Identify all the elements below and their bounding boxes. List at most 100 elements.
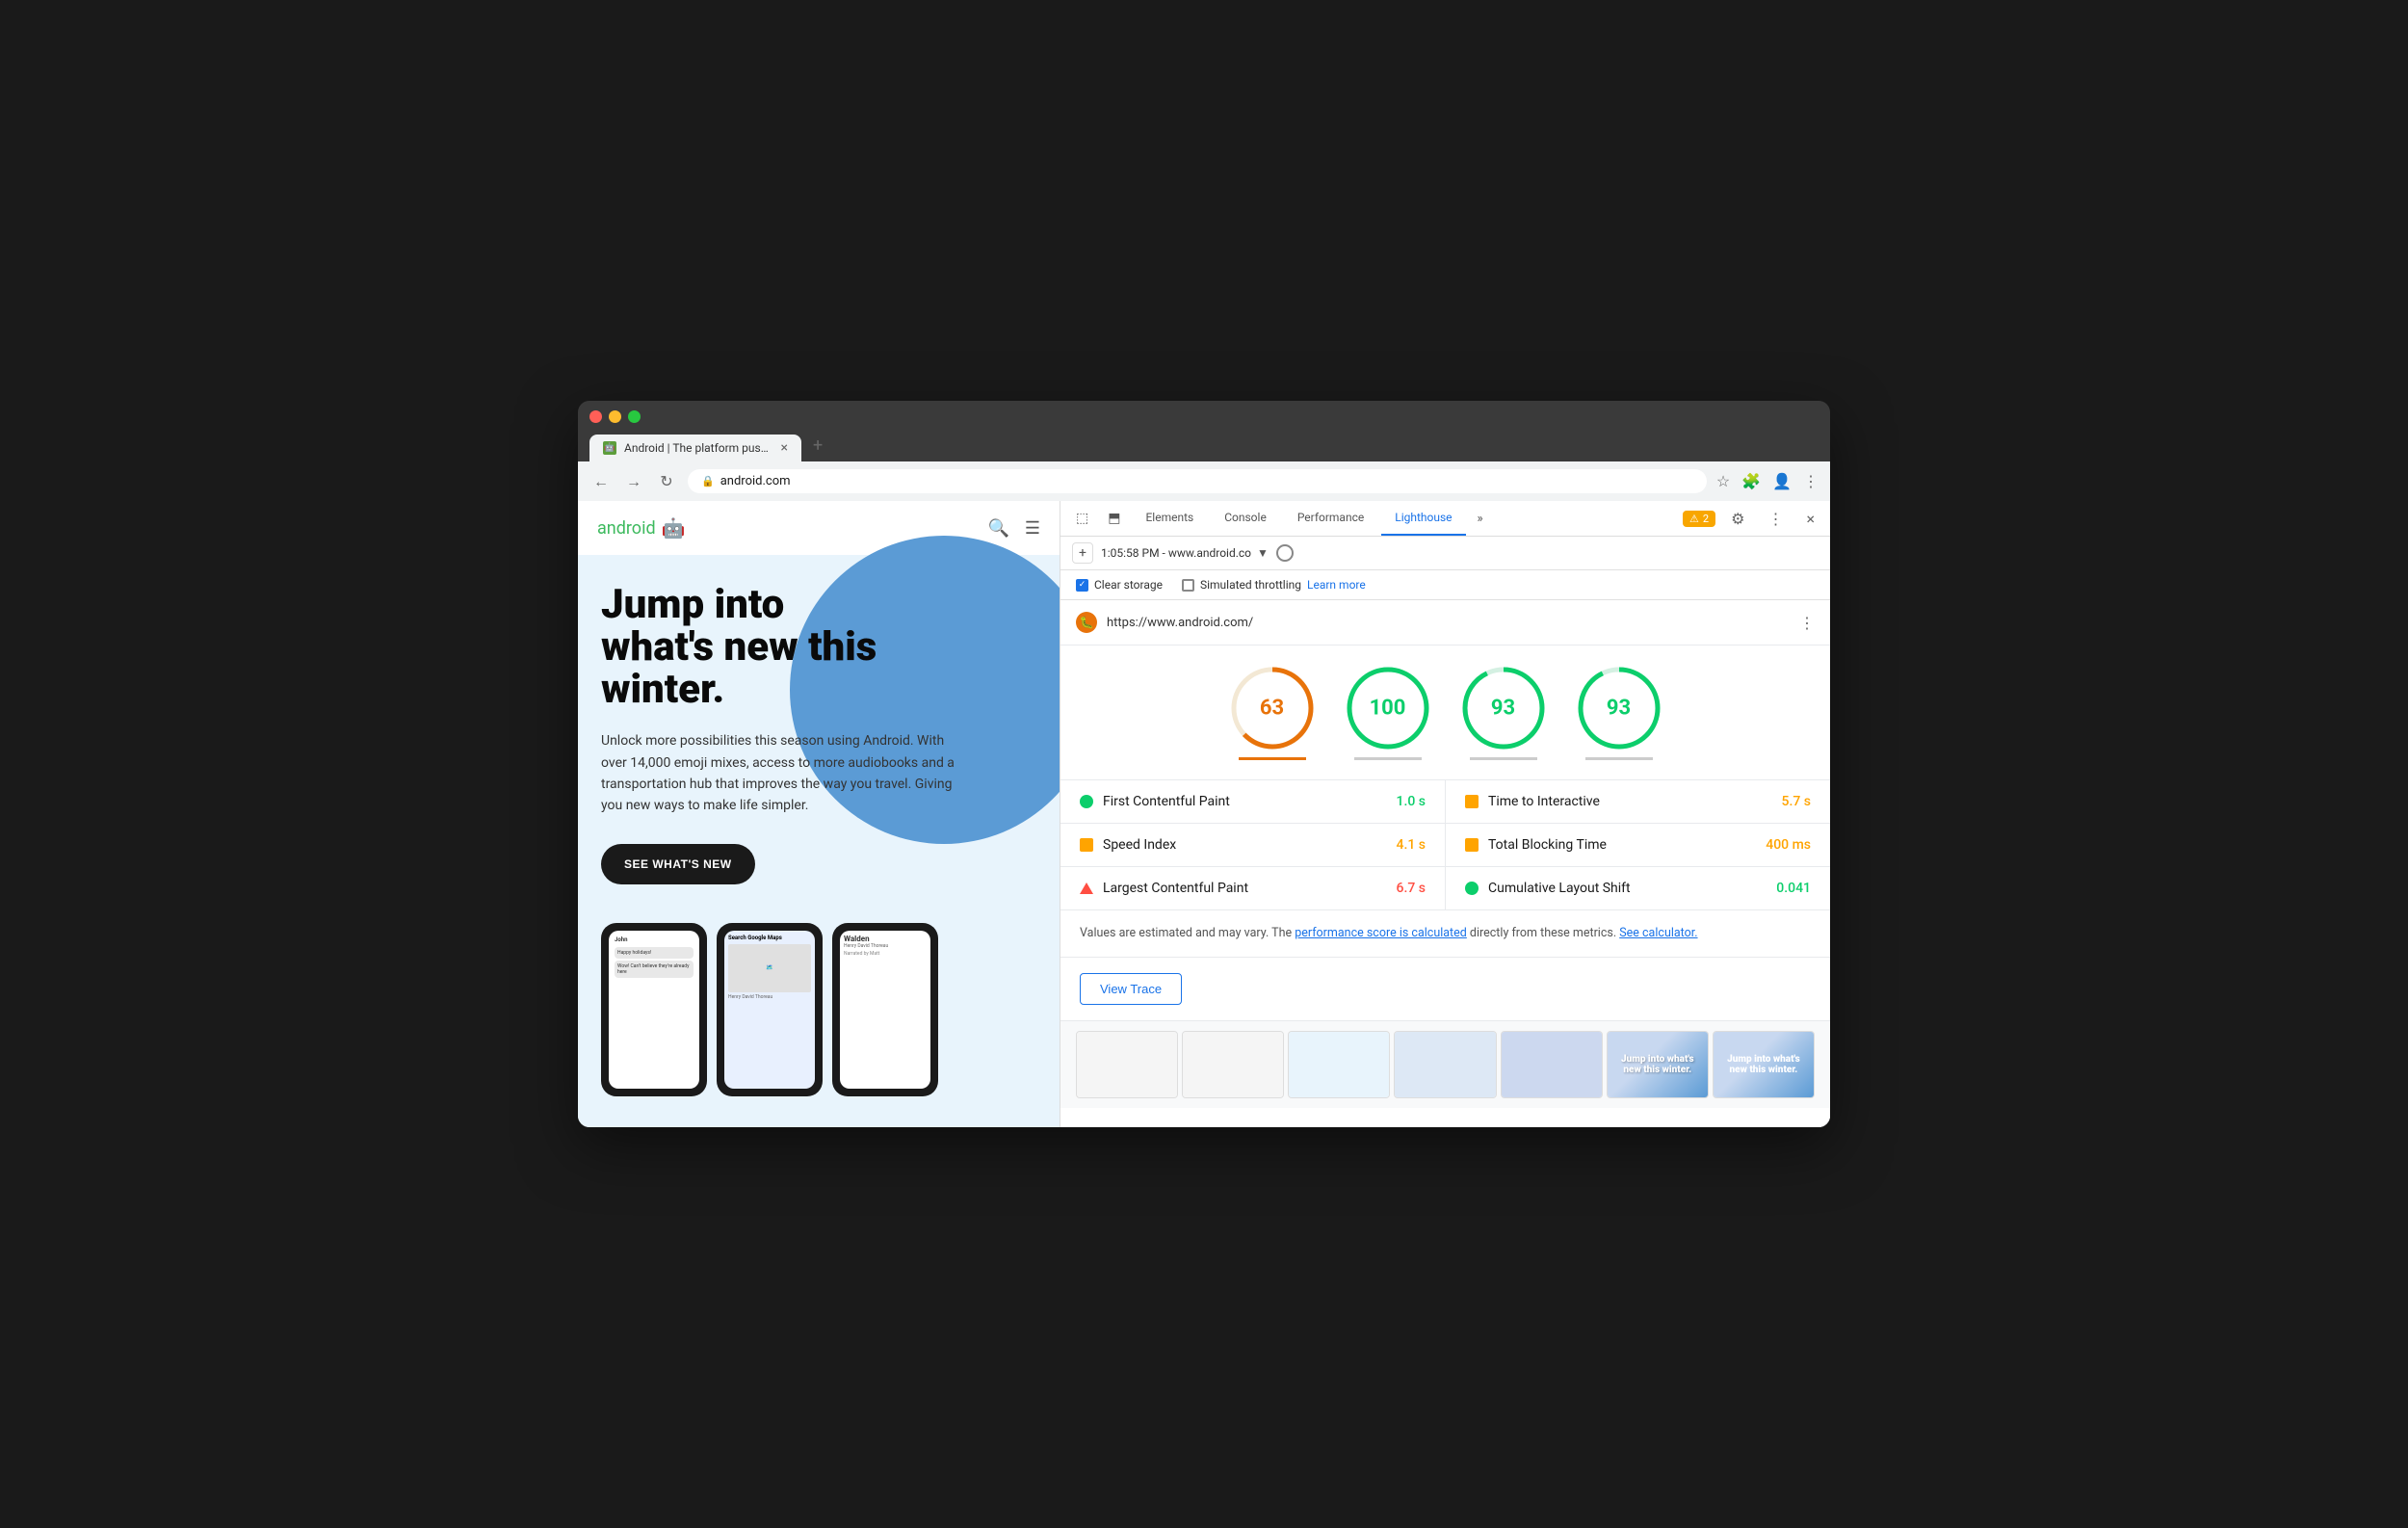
lighthouse-dropdown-icon[interactable]: ▼ xyxy=(1257,546,1269,560)
search-icon[interactable]: 🔍 xyxy=(987,518,1008,539)
simulated-throttling-label: Simulated throttling xyxy=(1200,578,1301,592)
header-icons: 🔍 ☰ xyxy=(987,518,1040,539)
metric-name-lcp: Largest Contentful Paint xyxy=(1103,881,1387,896)
filmstrip-frame-5 xyxy=(1501,1031,1603,1098)
simulated-throttling-checkbox[interactable] xyxy=(1182,579,1194,592)
metric-indicator-lcp xyxy=(1080,883,1093,894)
metric-value-fcp: 1.0 s xyxy=(1397,794,1426,809)
tab-close-button[interactable]: × xyxy=(781,441,788,455)
lighthouse-add-button[interactable]: + xyxy=(1072,542,1093,564)
performance-score-link[interactable]: performance score is calculated xyxy=(1295,926,1467,940)
menu-hamburger-icon[interactable]: ☰ xyxy=(1025,518,1040,539)
metric-lcp: Largest Contentful Paint 6.7 s xyxy=(1060,867,1445,909)
info-text: Values are estimated and may vary. The p… xyxy=(1060,910,1830,958)
warning-badge: ⚠ 2 xyxy=(1683,511,1715,527)
lighthouse-timestamp: 1:05:58 PM - www.android.co xyxy=(1101,546,1251,560)
metric-indicator-cls xyxy=(1465,882,1479,895)
tab-performance[interactable]: Performance xyxy=(1284,501,1377,536)
lighthouse-url-area: 1:05:58 PM - www.android.co ▼ xyxy=(1101,546,1269,560)
phone-screen-1: John Happy holidays! Wow! Can't believe … xyxy=(609,931,699,1089)
score-value-seo: 93 xyxy=(1607,697,1631,721)
android-mascot-icon: 🤖 xyxy=(662,516,686,540)
devtools-device-icon[interactable]: ⬒ xyxy=(1100,503,1128,534)
phones-section: John Happy holidays! Wow! Can't believe … xyxy=(578,913,1060,1106)
browser-chrome: 🤖 Android | The platform pushing... × + xyxy=(578,401,1830,461)
devtools-tabs: ⬚ ⬒ Elements Console Performance Lightho… xyxy=(1060,501,1830,537)
metrics-row-3: Largest Contentful Paint 6.7 s Cumulativ… xyxy=(1060,867,1830,910)
phone-mockup-2: Search Google Maps 🗺️ Henry David Thorea… xyxy=(717,923,823,1096)
devtools-more-icon[interactable]: ⋮ xyxy=(1760,504,1791,534)
view-trace-button[interactable]: View Trace xyxy=(1080,973,1182,1005)
cta-button[interactable]: SEE WHAT'S NEW xyxy=(601,844,755,884)
metric-name-fcp: First Contentful Paint xyxy=(1103,794,1387,809)
score-seo: 93 xyxy=(1576,665,1662,760)
traffic-lights xyxy=(589,410,1819,423)
lighthouse-kebab-menu[interactable]: ⋮ xyxy=(1799,614,1815,632)
filmstrip-frame-4 xyxy=(1394,1031,1496,1098)
score-performance: 63 xyxy=(1229,665,1316,760)
close-button[interactable] xyxy=(589,410,602,423)
browser-tab[interactable]: 🤖 Android | The platform pushing... × xyxy=(589,435,801,461)
metric-si: Speed Index 4.1 s xyxy=(1060,824,1445,866)
tab-title: Android | The platform pushing... xyxy=(624,441,773,455)
clear-storage-checkbox[interactable]: ✓ xyxy=(1076,579,1088,592)
view-trace-section: View Trace xyxy=(1060,958,1830,1021)
metric-indicator-fcp xyxy=(1080,795,1093,808)
devtools-settings-icon[interactable]: ⚙ xyxy=(1723,504,1752,534)
bookmark-icon[interactable]: ☆ xyxy=(1716,472,1730,490)
menu-icon[interactable]: ⋮ xyxy=(1803,472,1819,490)
score-accessibility: 100 xyxy=(1345,665,1431,760)
lighthouse-bug-icon: 🐛 xyxy=(1076,612,1097,633)
devtools-close-icon[interactable]: × xyxy=(1798,504,1822,534)
phone-mockup-3: Walden Henry David Thoreau Narrated by M… xyxy=(832,923,938,1096)
tab-bar: 🤖 Android | The platform pushing... × + xyxy=(589,431,1819,461)
devtools-tab-right: ⚠ 2 ⚙ ⋮ × xyxy=(1683,504,1822,534)
forward-button[interactable]: → xyxy=(622,472,645,491)
maximize-button[interactable] xyxy=(628,410,641,423)
score-underline-accessibility xyxy=(1354,757,1422,760)
lighthouse-result: 🐛 https://www.android.com/ ⋮ 63 xyxy=(1060,600,1830,1127)
calculator-link[interactable]: See calculator. xyxy=(1619,926,1697,940)
tab-console[interactable]: Console xyxy=(1211,501,1280,536)
tab-favicon: 🤖 xyxy=(603,441,616,455)
score-underline-best-practices xyxy=(1470,757,1537,760)
android-logo-text: android xyxy=(597,518,656,539)
metric-indicator-tbt xyxy=(1465,838,1479,852)
minimize-button[interactable] xyxy=(609,410,621,423)
metrics-row-2: Speed Index 4.1 s Total Blocking Time 40… xyxy=(1060,824,1830,867)
tab-lighthouse[interactable]: Lighthouse xyxy=(1381,501,1465,536)
lighthouse-toolbar: + 1:05:58 PM - www.android.co ▼ xyxy=(1060,537,1830,570)
address-bar-actions: ☆ 🧩 👤 ⋮ xyxy=(1716,472,1819,490)
metric-value-cls: 0.041 xyxy=(1776,881,1811,896)
lighthouse-stop-button[interactable] xyxy=(1276,544,1294,562)
score-underline-performance xyxy=(1239,757,1306,760)
profile-icon[interactable]: 👤 xyxy=(1772,472,1792,490)
warning-count: 2 xyxy=(1703,513,1709,525)
score-circle-accessibility: 100 xyxy=(1345,665,1431,751)
more-tabs-button[interactable]: » xyxy=(1470,504,1491,534)
refresh-button[interactable]: ↻ xyxy=(655,472,678,490)
browser-window: 🤖 Android | The platform pushing... × + … xyxy=(578,401,1830,1127)
filmstrip-frame-7: Jump into what's new this winter. xyxy=(1713,1031,1815,1098)
score-circle-seo: 93 xyxy=(1576,665,1662,751)
address-bar[interactable]: 🔒 android.com xyxy=(688,469,1707,493)
back-button[interactable]: ← xyxy=(589,472,613,491)
metric-value-tbt: 400 ms xyxy=(1766,837,1811,853)
learn-more-link[interactable]: Learn more xyxy=(1307,578,1366,592)
extensions-icon[interactable]: 🧩 xyxy=(1741,472,1761,490)
clear-storage-option[interactable]: ✓ Clear storage xyxy=(1076,578,1163,592)
tab-elements[interactable]: Elements xyxy=(1132,501,1207,536)
lighthouse-options: ✓ Clear storage Simulated throttling Lea… xyxy=(1060,570,1830,600)
devtools-inspect-icon[interactable]: ⬚ xyxy=(1068,503,1096,534)
hero-subtext: Unlock more possibilities this season us… xyxy=(601,730,967,817)
phone-mockup-1: John Happy holidays! Wow! Can't believe … xyxy=(601,923,707,1096)
hero-headline: Jump into what's new this winter. xyxy=(601,584,1036,711)
score-circles: 63 100 xyxy=(1060,645,1830,780)
main-content: android 🤖 🔍 ☰ Jump into what's new this … xyxy=(578,501,1830,1127)
filmstrip-frame-2 xyxy=(1182,1031,1284,1098)
filmstrip-frame-6: Jump into what's new this winter. xyxy=(1607,1031,1709,1098)
simulated-throttling-option[interactable]: Simulated throttling Learn more xyxy=(1182,578,1366,592)
new-tab-button[interactable]: + xyxy=(803,431,832,461)
metric-tti: Time to Interactive 5.7 s xyxy=(1446,780,1830,823)
score-value-accessibility: 100 xyxy=(1370,697,1406,721)
